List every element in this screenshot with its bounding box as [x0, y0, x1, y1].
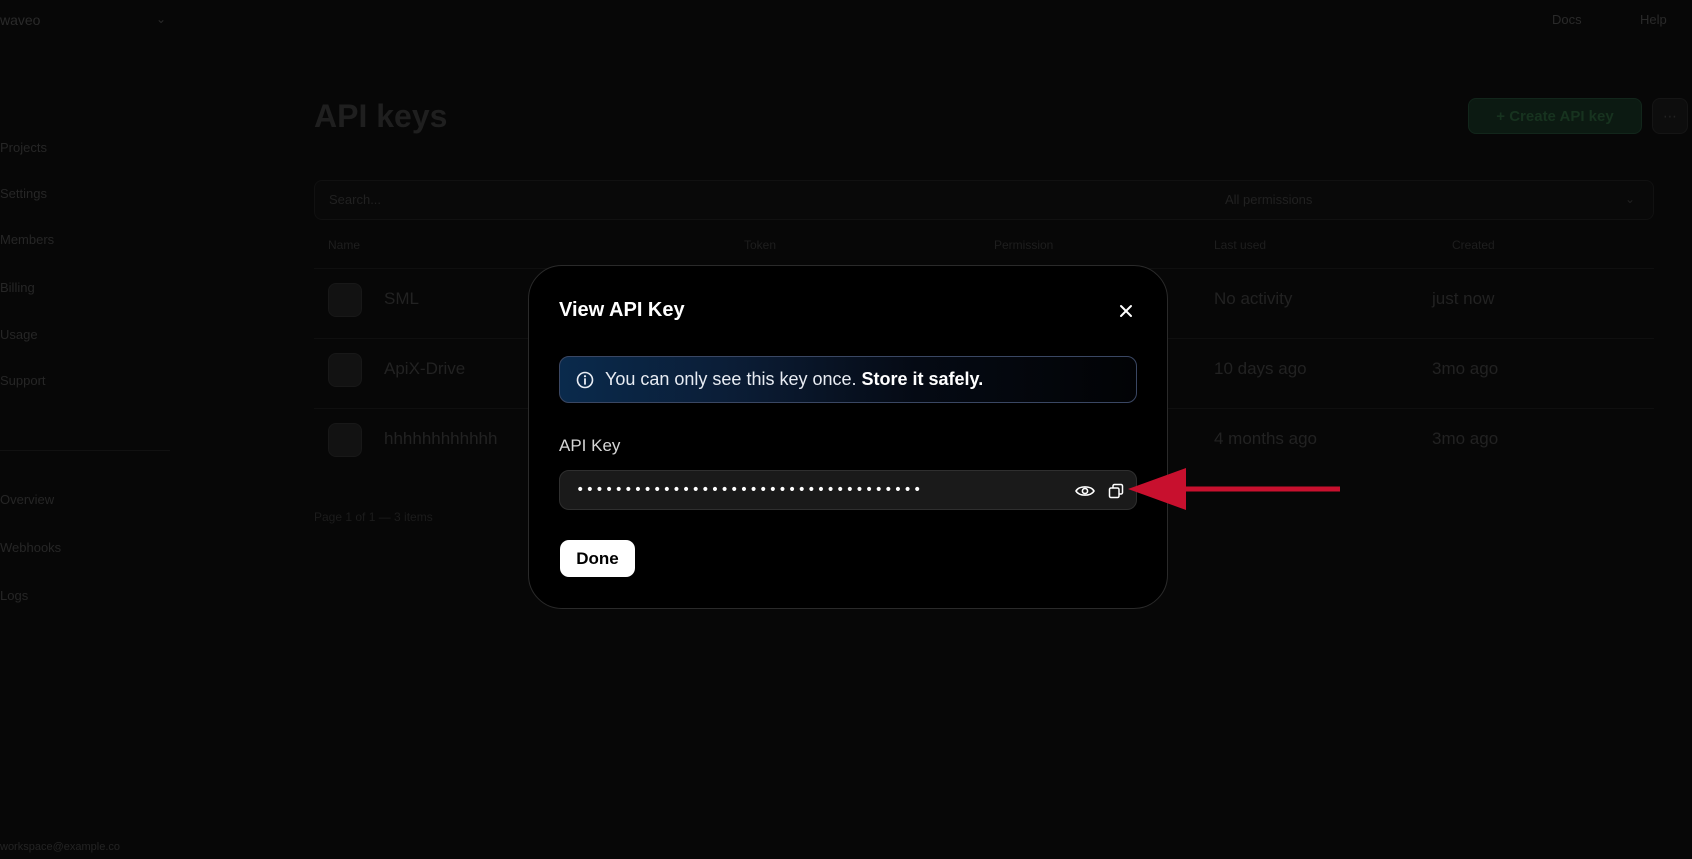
done-button[interactable]: Done — [560, 540, 635, 577]
sidebar-item-logs[interactable]: Logs — [0, 588, 28, 603]
docs-link[interactable]: Docs — [1552, 12, 1582, 27]
app-window: waveo ⌄ Docs Help Projects Settings Memb… — [0, 0, 1692, 859]
info-message-text: You can only see this key once. — [605, 369, 857, 389]
sidebar-item-overview[interactable]: Overview — [0, 492, 54, 507]
sidebar-item-members[interactable]: Members — [0, 232, 54, 247]
info-banner: You can only see this key once. Store it… — [559, 356, 1137, 403]
view-api-key-dialog: View API Key You can only see this key o… — [528, 265, 1168, 609]
key-avatar — [328, 423, 362, 457]
column-header-permission: Permission — [994, 238, 1054, 252]
info-message: You can only see this key once. Store it… — [605, 369, 983, 390]
table-footer: Page 1 of 1 — 3 items — [314, 510, 433, 524]
page-title: API keys — [314, 98, 448, 134]
red-arrow-icon — [1128, 468, 1340, 510]
key-created: just now — [1432, 289, 1495, 308]
permission-filter[interactable]: All permissions — [1225, 192, 1312, 207]
column-header-last-used: Last used — [1214, 238, 1267, 252]
close-icon — [1120, 305, 1132, 317]
help-link[interactable]: Help — [1640, 12, 1667, 27]
top-bar: waveo ⌄ Docs Help — [0, 0, 1692, 40]
key-created: 3mo ago — [1432, 359, 1499, 378]
column-header-created: Created — [1452, 238, 1495, 252]
copy-key-button[interactable] — [1106, 481, 1126, 501]
close-button[interactable] — [1114, 299, 1138, 323]
sidebar-item-projects[interactable]: Projects — [0, 140, 47, 155]
sidebar-item-usage[interactable]: Usage — [0, 327, 38, 342]
key-avatar — [328, 353, 362, 387]
account-email[interactable]: workspace@example.co — [0, 841, 120, 853]
key-name[interactable]: SML — [384, 289, 419, 309]
key-last-used: No activity — [1214, 289, 1293, 308]
search-input[interactable]: Search... — [329, 192, 381, 207]
sidebar: Projects Settings Members Billing Usage … — [0, 40, 170, 859]
chevron-down-icon[interactable]: ⌄ — [156, 12, 166, 26]
key-created: 3mo ago — [1432, 429, 1499, 448]
filter-bar: Search... All permissions ⌄ — [314, 180, 1654, 220]
key-last-used: 4 months ago — [1214, 429, 1318, 448]
copy-icon — [1108, 483, 1124, 499]
column-header-token: Token — [744, 238, 777, 252]
masked-api-key[interactable]: •••••••••••••••••••••••••••••••••••• — [576, 482, 923, 498]
sidebar-item-billing[interactable]: Billing — [0, 280, 35, 295]
kebab-icon: ⋯ — [1663, 107, 1677, 124]
sidebar-item-settings[interactable]: Settings — [0, 186, 47, 201]
api-key-label: API Key — [559, 436, 621, 455]
info-message-emphasis: Store it safely. — [861, 369, 984, 389]
workspace-name[interactable]: waveo — [0, 12, 40, 28]
sidebar-divider — [0, 450, 170, 451]
api-key-field[interactable]: •••••••••••••••••••••••••••••••••••• — [559, 470, 1137, 510]
sidebar-item-support[interactable]: Support — [0, 373, 46, 388]
column-header-name: Name — [328, 238, 361, 252]
create-api-key-button[interactable]: + Create API key — [1468, 98, 1642, 134]
sidebar-item-webhooks[interactable]: Webhooks — [0, 540, 61, 555]
eye-icon — [1075, 486, 1095, 496]
chevron-down-icon: ⌄ — [1625, 192, 1636, 206]
dialog-title: View API Key — [559, 299, 685, 321]
key-avatar — [328, 283, 362, 317]
key-last-used: 10 days ago — [1214, 359, 1307, 378]
reveal-key-button[interactable] — [1074, 481, 1096, 501]
more-options-button[interactable]: ⋯ — [1652, 98, 1688, 134]
info-icon — [576, 371, 594, 388]
key-name[interactable]: ApiX-Drive — [384, 359, 465, 379]
key-name[interactable]: hhhhhhhhhhhh — [384, 429, 497, 449]
